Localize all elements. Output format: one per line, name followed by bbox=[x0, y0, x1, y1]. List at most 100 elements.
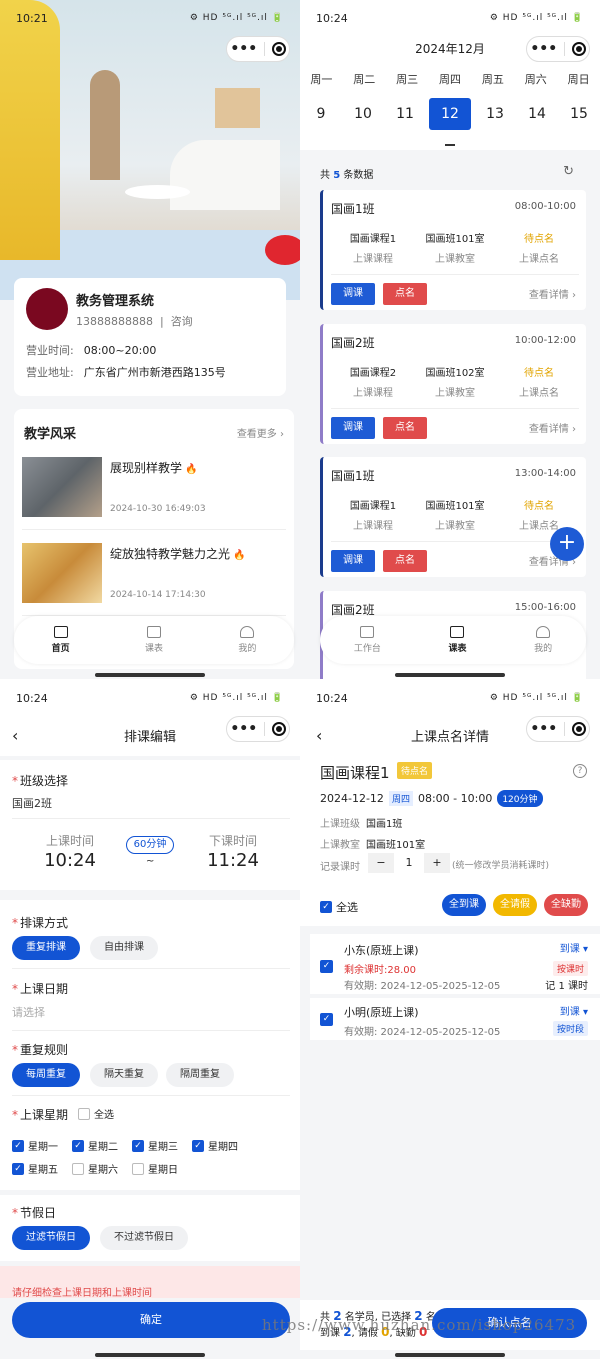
status-icons: ⚙ HD ⁵ᴳ.ıl ⁵ᴳ.ıl 🔋 bbox=[189, 693, 284, 703]
more-icon[interactable]: ••• bbox=[230, 722, 257, 736]
valid-period: 有效期: 2024-12-05-2025-12-05 bbox=[344, 981, 501, 992]
date-picker[interactable]: 请选择 bbox=[12, 1004, 45, 1020]
mode-free-option[interactable]: 自由排课 bbox=[90, 936, 158, 960]
close-icon[interactable] bbox=[271, 42, 286, 56]
date-row: 9 10 11 12 13 14 15 bbox=[300, 98, 600, 130]
rule-weekly-option[interactable]: 每周重复 bbox=[12, 1063, 80, 1087]
confirm-button[interactable]: 确定 bbox=[12, 1302, 290, 1338]
help-icon[interactable]: ? bbox=[573, 764, 587, 778]
plus-button[interactable]: + bbox=[424, 853, 450, 873]
class-time: 08:00-10:00 bbox=[514, 201, 576, 212]
minus-button[interactable]: − bbox=[368, 853, 394, 873]
weekday-checkbox[interactable]: ✓ 星期五 bbox=[12, 1161, 58, 1176]
class-card[interactable]: 国画1班 08:00-10:00 国画课程1 上课课程 国画班101室 上课教室 待… bbox=[320, 190, 586, 310]
rollcall-button[interactable]: 点名 bbox=[383, 417, 427, 439]
end-time-value[interactable]: 11:24 bbox=[193, 850, 273, 871]
rule-biweekly-option[interactable]: 隔周重复 bbox=[166, 1063, 234, 1087]
all-present-button[interactable]: 全到课 bbox=[442, 894, 486, 916]
start-time-value[interactable]: 10:24 bbox=[30, 850, 110, 871]
phone-number[interactable]: 13888888888 bbox=[76, 315, 153, 328]
attendance-select[interactable]: 到课 ▾ bbox=[560, 1003, 588, 1018]
home-indicator bbox=[95, 673, 205, 677]
user-icon bbox=[536, 626, 551, 638]
address-value: 广东省广州市新港西路135号 bbox=[83, 366, 226, 379]
view-detail-link[interactable]: 查看详情 › bbox=[529, 420, 576, 435]
mode-repeat-option[interactable]: 重复排课 bbox=[12, 936, 80, 960]
no-filter-holiday-option[interactable]: 不过滤节假日 bbox=[100, 1226, 188, 1250]
adjust-button[interactable]: 调课 bbox=[331, 550, 375, 572]
tab-workbench[interactable]: 工作台 bbox=[354, 626, 381, 654]
student-checkbox[interactable]: ✓ bbox=[320, 1013, 333, 1026]
hours-row: 营业时间: 08:00~20:00 bbox=[26, 344, 157, 357]
all-leave-button[interactable]: 全请假 bbox=[493, 894, 537, 916]
tab-mine[interactable]: 我的 bbox=[238, 626, 256, 654]
weekday-checkbox[interactable]: 星期六 bbox=[72, 1161, 118, 1176]
more-icon[interactable]: ••• bbox=[230, 42, 257, 56]
view-detail-link[interactable]: 查看详情 › bbox=[529, 286, 576, 301]
article-thumbnail[interactable] bbox=[22, 457, 102, 517]
class-card[interactable]: 国画1班 13:00-14:00 国画课程1 上课课程 国画班101室 上课教室 待… bbox=[320, 457, 586, 577]
date-cell[interactable]: 11 bbox=[384, 98, 426, 130]
add-class-button[interactable]: + bbox=[550, 527, 584, 561]
select-all-checkbox[interactable]: ✓ 全选 bbox=[320, 899, 358, 915]
course-title: 国画课程1 bbox=[320, 764, 390, 782]
date-label: 上课日期 bbox=[12, 980, 68, 997]
status-icons: ⚙ HD ⁵ᴳ.ıl ⁵ᴳ.ıl 🔋 bbox=[189, 13, 284, 23]
start-time-label: 上课时间 bbox=[45, 834, 94, 848]
weekday-label: 上课星期 bbox=[12, 1106, 68, 1123]
weekday-checkbox[interactable]: ✓ 星期一 bbox=[12, 1138, 58, 1153]
article-title[interactable]: 展现别样教学 🔥 bbox=[110, 459, 197, 476]
refresh-icon[interactable]: ↻ bbox=[563, 164, 574, 179]
date-cell[interactable]: 15 bbox=[558, 98, 600, 130]
warning-text: 请仔细检查上课日期和上课时间 bbox=[12, 1288, 152, 1299]
date-cell[interactable]: 14 bbox=[516, 98, 558, 130]
miniprogram-capsule[interactable]: ••• bbox=[526, 716, 590, 742]
rollcall-button[interactable]: 点名 bbox=[383, 550, 427, 572]
weekday-checkbox[interactable]: 星期日 bbox=[132, 1161, 178, 1176]
student-row[interactable]: ✓ 小明(原班上课) 有效期: 2024-12-05-2025-12-05 到课… bbox=[310, 998, 600, 1040]
date-cell[interactable]: 10 bbox=[342, 98, 384, 130]
hours-input[interactable]: 1 bbox=[396, 853, 422, 873]
rule-alternate-day-option[interactable]: 隔天重复 bbox=[90, 1063, 158, 1087]
select-all-checkbox[interactable]: 全选 bbox=[78, 1106, 114, 1121]
article-title[interactable]: 绽放独特教学魅力之光 🔥 bbox=[110, 545, 245, 562]
rollcall-button[interactable]: 点名 bbox=[383, 283, 427, 305]
weekday-checkbox[interactable]: ✓ 星期三 bbox=[132, 1138, 178, 1153]
miniprogram-capsule[interactable]: ••• bbox=[526, 36, 590, 62]
tab-schedule[interactable]: 课表 bbox=[145, 626, 163, 654]
adjust-button[interactable]: 调课 bbox=[331, 283, 375, 305]
consult-link[interactable]: 咨询 bbox=[171, 315, 193, 328]
date-cell[interactable]: 13 bbox=[474, 98, 516, 130]
student-checkbox[interactable]: ✓ bbox=[320, 960, 333, 973]
all-absent-button[interactable]: 全缺勤 bbox=[544, 894, 588, 916]
org-card: 教务管理系统 13888888888 | 咨询 营业时间: 08:00~20:00… bbox=[14, 278, 286, 396]
close-icon[interactable] bbox=[571, 722, 586, 736]
tab-mine[interactable]: 我的 bbox=[534, 626, 552, 654]
back-icon[interactable]: ‹ bbox=[316, 726, 322, 745]
see-more-link[interactable]: 查看更多 › bbox=[237, 425, 284, 440]
miniprogram-capsule[interactable]: ••• bbox=[226, 36, 290, 62]
student-row[interactable]: ✓ 小东(原班上课) 剩余课时:28.00 有效期: 2024-12-05-20… bbox=[310, 934, 600, 994]
date-cell[interactable]: 9 bbox=[300, 98, 342, 130]
date-cell-selected[interactable]: 12 bbox=[429, 98, 471, 130]
hours-cost: 记 1 课时 bbox=[545, 981, 588, 992]
close-icon[interactable] bbox=[271, 722, 286, 736]
filter-holiday-option[interactable]: 过滤节假日 bbox=[12, 1226, 90, 1250]
miniprogram-capsule[interactable]: ••• bbox=[226, 716, 290, 742]
expand-handle[interactable] bbox=[445, 144, 455, 146]
tab-schedule[interactable]: 课表 bbox=[448, 626, 466, 654]
adjust-button[interactable]: 调课 bbox=[331, 417, 375, 439]
class-card[interactable]: 国画2班 10:00-12:00 国画课程2 上课课程 国画班102室 上课教室 待… bbox=[320, 324, 586, 444]
class-select-label: 班级选择 bbox=[12, 772, 68, 789]
weekday-checkbox[interactable]: ✓ 星期四 bbox=[192, 1138, 238, 1153]
attendance-select[interactable]: 到课 ▾ bbox=[560, 940, 588, 955]
more-icon[interactable]: ••• bbox=[530, 722, 557, 736]
weekday-checkbox[interactable]: ✓ 星期二 bbox=[72, 1138, 118, 1153]
user-icon bbox=[240, 626, 255, 638]
back-icon[interactable]: ‹ bbox=[12, 726, 18, 745]
close-icon[interactable] bbox=[571, 42, 586, 56]
tab-home[interactable]: 首页 bbox=[52, 626, 70, 654]
class-select-value[interactable]: 国画2班 bbox=[12, 795, 52, 811]
more-icon[interactable]: ••• bbox=[530, 42, 557, 56]
article-thumbnail[interactable] bbox=[22, 543, 102, 603]
